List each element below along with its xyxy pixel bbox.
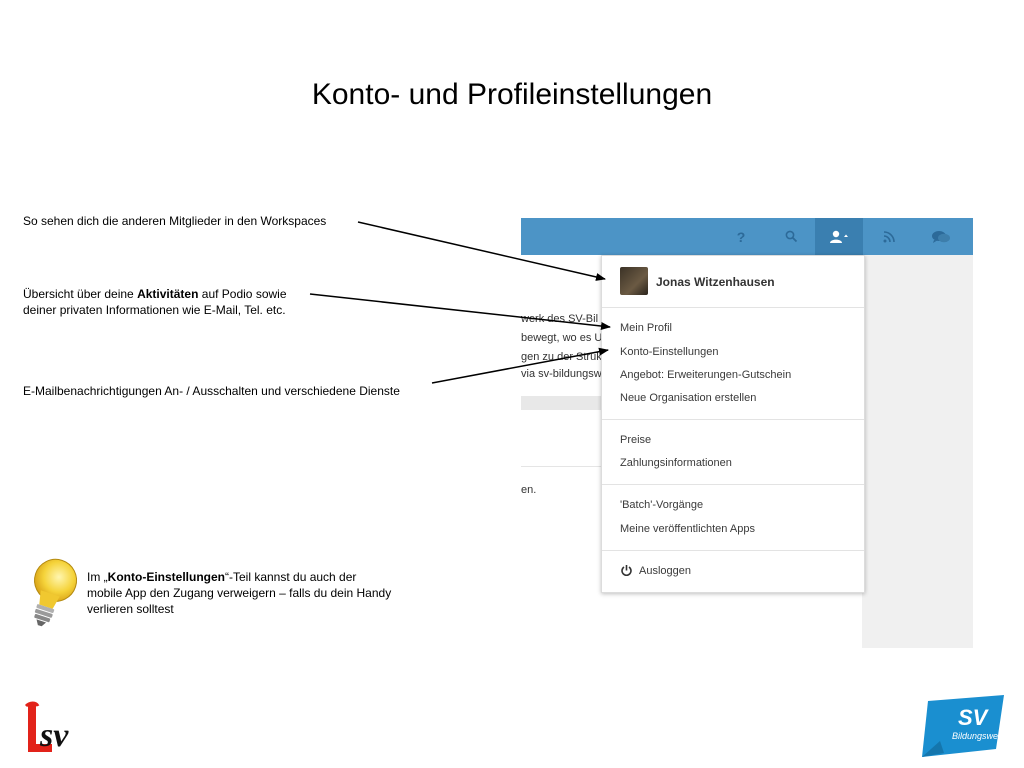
menu-item-logout[interactable]: Ausloggen [620,564,691,577]
menu-item-konto-einstellungen[interactable]: Konto-Einstellungen [620,346,718,358]
menu-divider [602,419,864,420]
help-icon[interactable]: ? [731,218,751,255]
user-menu-button[interactable] [815,218,863,255]
feed-icon[interactable] [879,218,899,255]
menu-item-mein-profil[interactable]: Mein Profil [620,322,672,334]
background-text-line: bewegt, wo es U [521,332,601,344]
svg-text:Bildungswerk: Bildungswerk [952,731,1006,741]
annotation-activities: Übersicht über deine Aktivitäten auf Pod… [23,287,287,317]
annotation-workspaces: So sehen dich die anderen Mitglieder in … [23,214,327,228]
menu-item-angebot[interactable]: Angebot: Erweiterungen-Gutschein [620,369,791,381]
slide-title: Konto- und Profileinstellungen [311,78,713,111]
menu-user-header[interactable]: Jonas Witzenhausen [602,264,864,304]
background-text-line: werk des SV-Bil [521,313,599,325]
menu-divider [602,307,864,308]
menu-item-batch-vorgaenge[interactable]: 'Batch'-Vorgänge [620,499,703,511]
power-icon [621,565,632,576]
search-icon[interactable] [781,218,801,255]
tip-text: Im „Konto-Einstellungen“-Teil kannst du … [87,570,392,616]
lsv-logo: sv [24,701,69,754]
svg-text:SV: SV [958,705,990,730]
podio-screenshot: ? werk des SV-Bil bewegt, wo es U gen zu… [521,218,973,648]
light-bulb-icon [34,558,78,627]
logout-label: Ausloggen [639,564,691,577]
annotation-email: E-Mailbenachrichtigungen An- / Ausschalt… [23,384,400,398]
background-text-line: en. [521,484,537,496]
user-name: Jonas Witzenhausen [656,275,775,289]
background-text-line: via sv-bildungsw [521,368,601,380]
menu-item-neue-organisation[interactable]: Neue Organisation erstellen [620,392,756,404]
menu-divider [602,484,864,485]
menu-item-zahlungsinformationen[interactable]: Zahlungsinformationen [620,457,732,469]
sv-bildungswerk-logo: SV Bildungswerk [922,695,1006,757]
svg-text:sv: sv [39,717,69,754]
side-panel [862,255,973,648]
menu-divider [602,550,864,551]
user-dropdown-menu: Jonas Witzenhausen Mein Profil Konto-Ein… [601,255,865,593]
background-divider [521,396,601,410]
background-text-line: gen zu der Struk [521,351,601,363]
background-divider [521,466,601,467]
menu-item-apps[interactable]: Meine veröffentlichten Apps [620,523,755,535]
chat-icon[interactable] [929,218,953,255]
top-navigation-bar: ? [521,218,973,255]
menu-item-preise[interactable]: Preise [620,434,651,446]
avatar [620,267,648,295]
user-icon [830,230,848,243]
